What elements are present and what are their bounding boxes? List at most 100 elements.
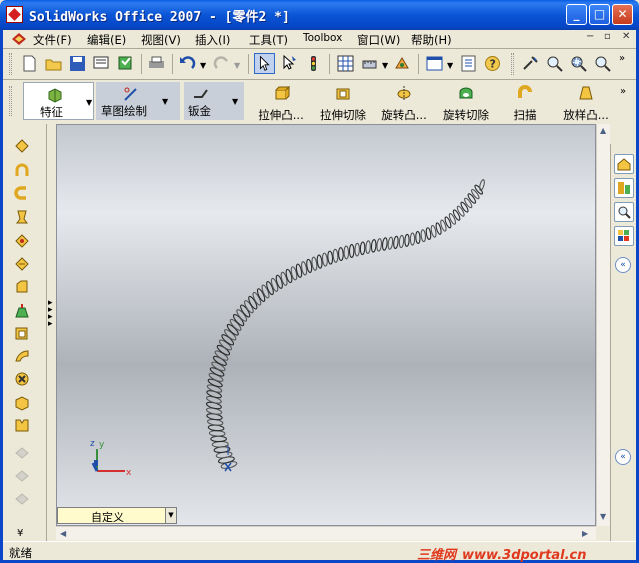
lofted-boss-button[interactable]: 放样凸... [557, 84, 615, 123]
title-bar[interactable]: SolidWorks Office 2007 - [零件2 *] _ □ ✕ [0, 0, 639, 30]
vertical-scrollbar[interactable]: ▲ ▼ [596, 124, 610, 526]
new-document-icon[interactable] [19, 53, 40, 74]
task-pane-file-explorer-button[interactable] [614, 202, 634, 222]
undo-icon[interactable] [177, 53, 198, 74]
task-pane-expand-icon[interactable]: « [615, 257, 631, 273]
helix-spring-model[interactable]: x y z [57, 125, 597, 527]
options-icon[interactable] [115, 53, 136, 74]
task-pane-home-button[interactable] [614, 154, 634, 174]
fillet-feature-icon[interactable] [13, 255, 31, 273]
solidworks-menu-logo-icon[interactable] [11, 32, 27, 46]
toolbar-separator [172, 54, 173, 74]
sweep-feature-icon[interactable] [13, 184, 31, 202]
zoom-to-fit-icon[interactable] [520, 53, 541, 74]
undo-dropdown-icon[interactable]: ▼ [200, 61, 206, 70]
view-orientation-dropdown-icon[interactable]: ▼ [165, 508, 176, 523]
extruded-boss-button[interactable]: 拉伸凸... [252, 84, 310, 123]
reference-geometry-icon[interactable] [13, 467, 31, 485]
spring-coil [448, 213, 457, 225]
feature-manager-collapse-handle[interactable]: ▸ ▸ ▸ ▸ [48, 299, 54, 330]
pattern-feature-icon[interactable] [13, 394, 31, 412]
menu-view[interactable]: 视图(V) [141, 32, 181, 48]
task-pane-expand-icon-bottom[interactable]: « [615, 449, 631, 465]
redo-dropdown-icon[interactable]: ▼ [234, 61, 240, 70]
spring-coil [211, 361, 226, 372]
tab-sketch-dropdown-icon[interactable]: ▼ [162, 97, 168, 106]
curves-feature-icon[interactable] [13, 444, 31, 462]
tab-sheet-metal[interactable]: 钣金 ▼ [184, 82, 244, 120]
spring-coil [398, 234, 405, 249]
print-preview-icon[interactable] [91, 53, 112, 74]
rib-feature-icon[interactable] [13, 347, 31, 365]
doc-close-button[interactable]: ✕ [622, 31, 630, 42]
close-button[interactable]: ✕ [612, 4, 633, 25]
solidworks-app-icon[interactable] [6, 6, 23, 23]
menu-insert[interactable]: 插入(I) [195, 32, 230, 48]
chamfer-feature-icon[interactable] [13, 278, 31, 296]
command-manager: 特征 ▼ 草图绘制 ▼ 钣金 ▼ 拉伸凸... 拉伸切除 旋转凸... 旋转切除… [3, 80, 636, 122]
measure-icon[interactable] [359, 53, 380, 74]
scroll-left-icon[interactable]: ◀ [60, 529, 66, 538]
task-pane-library-button[interactable] [614, 226, 634, 246]
toolbar-overflow-icon[interactable]: » [619, 53, 625, 64]
tab-features[interactable]: 特征 ▼ [23, 82, 94, 120]
menu-help[interactable]: 帮助(H) [411, 32, 452, 48]
revolved-cut-button[interactable]: 旋转切除 [437, 84, 495, 123]
hole-wizard-icon[interactable] [13, 370, 31, 388]
print-icon[interactable] [146, 53, 167, 74]
features-toolbar-more-icon[interactable]: ¥ [17, 528, 23, 539]
maximize-button[interactable]: □ [589, 4, 610, 25]
measure-dropdown-icon[interactable]: ▼ [382, 61, 388, 70]
menu-file[interactable]: 文件(F) [33, 32, 72, 48]
zoom-to-selection-icon[interactable] [592, 53, 613, 74]
revolved-boss-button[interactable]: 旋转凸... [375, 84, 433, 123]
rebuild-traffic-light-icon[interactable] [303, 53, 324, 74]
command-manager-grip[interactable] [9, 86, 12, 116]
doc-restore-button[interactable]: ▫ [604, 31, 611, 42]
surface-feature-icon[interactable] [13, 490, 31, 508]
open-folder-icon[interactable] [43, 53, 64, 74]
menu-toolbox[interactable]: Toolbox [303, 32, 342, 44]
boundary-feature-icon[interactable] [13, 232, 31, 250]
scroll-right-icon[interactable]: ▶ [582, 529, 588, 538]
extruded-cut-button[interactable]: 拉伸切除 [314, 84, 372, 123]
task-pane-resources-button[interactable] [614, 178, 634, 198]
zoom-to-area-icon[interactable] [568, 53, 589, 74]
shell-feature-icon[interactable] [13, 324, 31, 342]
toolbar-grip[interactable] [511, 53, 514, 75]
zoom-in-out-icon[interactable] [544, 53, 565, 74]
grid-icon[interactable] [335, 53, 356, 74]
doc-minimize-button[interactable]: − [586, 31, 594, 42]
scroll-up-icon[interactable]: ▲ [600, 126, 606, 135]
horizontal-scrollbar[interactable]: ◀ ▶ [56, 526, 596, 540]
menu-tools[interactable]: 工具(T) [249, 32, 288, 48]
help-icon[interactable]: ? [482, 53, 503, 74]
toolbar-separator [418, 54, 419, 74]
select-filter-icon[interactable] [279, 53, 300, 74]
tab-sheet-metal-dropdown-icon[interactable]: ▼ [232, 97, 238, 106]
tab-features-dropdown-icon[interactable]: ▼ [86, 98, 92, 107]
save-icon[interactable] [67, 53, 88, 74]
command-manager-overflow-icon[interactable]: » [620, 86, 626, 97]
view-orientation-combo[interactable]: 自定义 ▼ [57, 507, 177, 524]
tab-sketch[interactable]: 草图绘制 ▼ [96, 82, 180, 120]
revolve-feature-icon[interactable] [13, 161, 31, 179]
mirror-feature-icon[interactable] [13, 416, 31, 434]
window-layout-dropdown-icon[interactable]: ▼ [447, 61, 453, 70]
toolbar-grip[interactable] [9, 53, 12, 75]
menu-edit[interactable]: 编辑(E) [87, 32, 126, 48]
select-cursor-icon[interactable] [254, 53, 275, 74]
properties-list-icon[interactable] [458, 53, 479, 74]
graphics-area[interactable]: x y z [56, 124, 596, 526]
menu-window[interactable]: 窗口(W) [357, 32, 400, 48]
redo-icon[interactable] [211, 53, 232, 74]
scroll-down-icon[interactable]: ▼ [600, 512, 606, 521]
task-pane: « « [610, 144, 636, 544]
sweep-button[interactable]: 扫描 [501, 84, 549, 123]
draft-feature-icon[interactable] [13, 302, 31, 320]
minimize-button[interactable]: _ [566, 4, 587, 25]
mass-properties-icon[interactable] [392, 53, 413, 74]
window-layout-icon[interactable] [424, 53, 445, 74]
extrude-feature-icon[interactable] [13, 137, 31, 155]
loft-feature-icon[interactable] [13, 208, 31, 226]
